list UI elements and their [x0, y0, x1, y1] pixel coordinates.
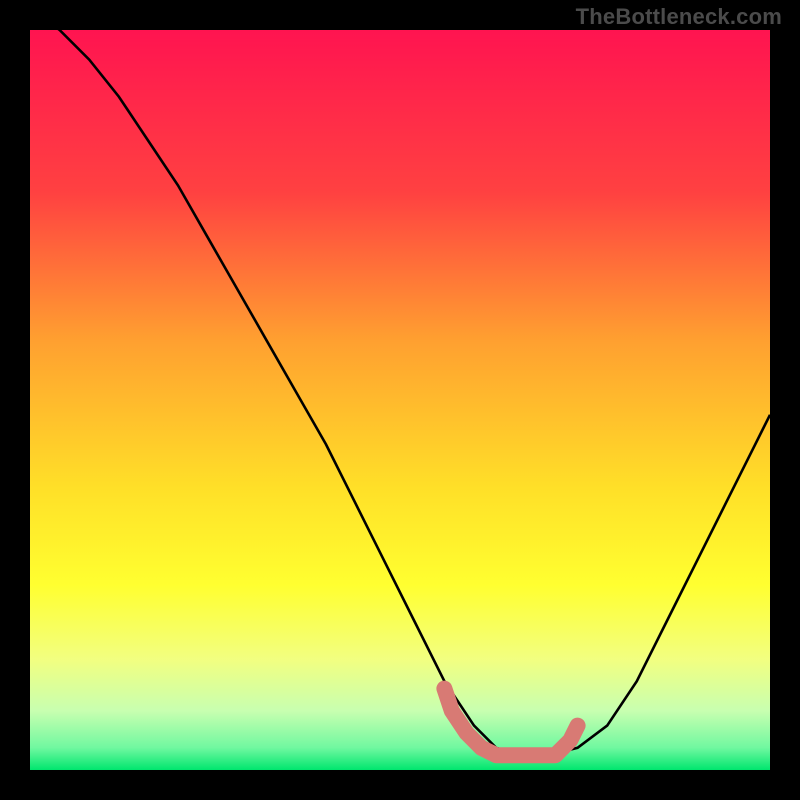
bottleneck-chart [30, 30, 770, 770]
watermark-text: TheBottleneck.com [576, 4, 782, 30]
chart-stage: TheBottleneck.com [0, 0, 800, 800]
gradient-background [30, 30, 770, 770]
